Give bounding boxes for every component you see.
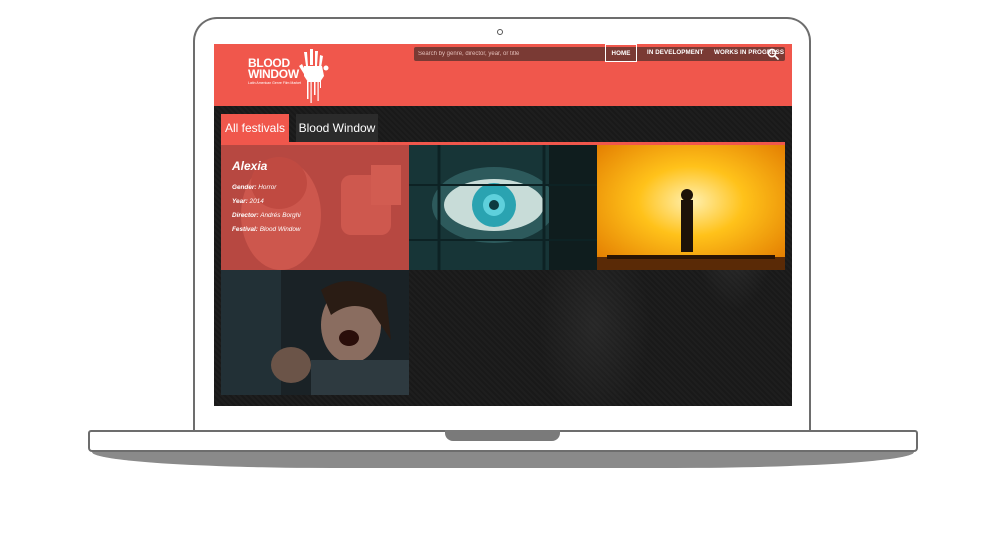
bloody-hand-icon <box>299 49 329 103</box>
film-tile-sun[interactable] <box>597 145 785 270</box>
browser-screen: BLOOD WINDOW Latin American Genre Film M… <box>214 44 792 406</box>
film-year: Year: 2014 <box>232 195 301 209</box>
film-tile-eye[interactable] <box>409 145 597 270</box>
gender-label: Gender: <box>232 184 257 191</box>
film-tile-alexia[interactable]: Alexia Gender: Horror Year: 2014 Directo… <box>221 145 409 270</box>
webcam-icon <box>497 29 503 35</box>
film-still-image <box>409 145 597 270</box>
film-tile-scream[interactable] <box>221 270 409 395</box>
logo-tagline: Latin American Genre Film Market <box>248 81 302 85</box>
laptop-notch <box>445 430 560 441</box>
film-director: Director: Andrés Borghi <box>232 209 301 223</box>
festival-label: Festival: <box>232 226 258 233</box>
year-value: 2014 <box>249 198 264 205</box>
gender-value: Horror <box>258 184 277 191</box>
nav-works-in-progress[interactable]: WORKS IN PROGRESS <box>714 44 784 62</box>
film-title: Alexia <box>232 159 268 173</box>
search-input[interactable] <box>418 47 758 61</box>
tab-blood-window[interactable]: Blood Window <box>296 114 378 142</box>
film-still-image <box>221 270 409 395</box>
blood-window-logo[interactable]: BLOOD WINDOW Latin American Genre Film M… <box>242 48 342 104</box>
tab-all-festivals[interactable]: All festivals <box>221 114 289 142</box>
film-still-image <box>597 145 785 270</box>
logo-title: BLOOD WINDOW <box>248 56 299 81</box>
film-info: Alexia Gender: Horror Year: 2014 Directo… <box>232 159 301 237</box>
year-label: Year: <box>232 198 248 205</box>
director-label: Director: <box>232 212 259 219</box>
laptop-base-bottom <box>92 452 914 468</box>
nav-home[interactable]: HOME <box>605 44 637 62</box>
film-festival: Festival: Blood Window <box>232 223 301 237</box>
nav-in-development[interactable]: IN DEVELOPMENT <box>647 44 703 62</box>
director-value: Andrés Borghi <box>260 212 301 219</box>
festival-value: Blood Window <box>259 226 301 233</box>
film-gender: Gender: Horror <box>232 181 301 195</box>
site-header: BLOOD WINDOW Latin American Genre Film M… <box>214 44 792 106</box>
